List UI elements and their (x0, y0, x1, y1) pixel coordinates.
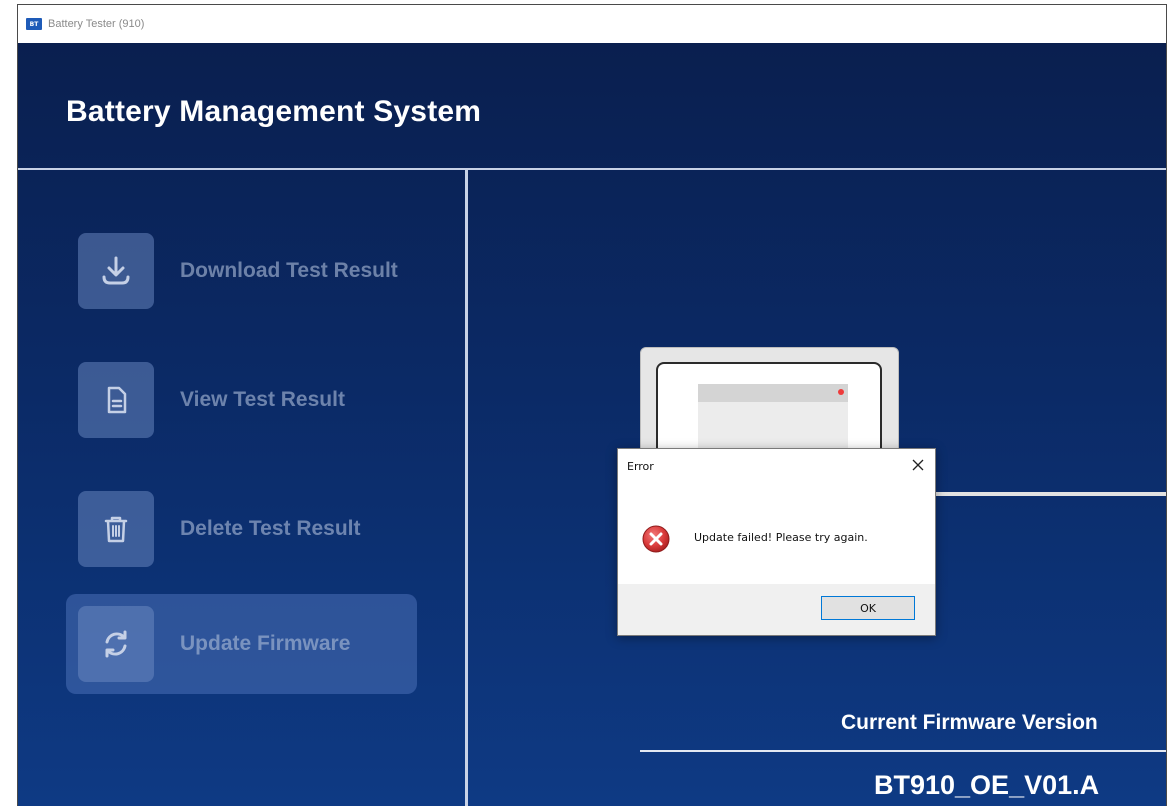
sidebar-item-update-firmware[interactable]: Update Firmware (66, 594, 417, 694)
window-title: Battery Tester (910) (48, 18, 145, 30)
firmware-version-value: BT910_OE_V01.A (874, 770, 1100, 800)
dialog-footer: OK (618, 584, 935, 635)
sidebar-item-label: Download Test Result (180, 259, 398, 282)
sidebar-item-delete-test-result[interactable]: Delete Test Result (66, 479, 417, 579)
download-icon (78, 233, 154, 309)
firmware-version-label: Current Firmware Version (841, 711, 1098, 734)
trash-icon (78, 491, 154, 567)
close-icon[interactable] (905, 453, 931, 477)
sidebar-item-label: Update Firmware (180, 632, 351, 655)
ok-button[interactable]: OK (821, 596, 915, 620)
dialog-title: Error (627, 460, 654, 473)
window-titlebar[interactable]: BT Battery Tester (910) (18, 5, 1166, 44)
error-dialog: Error Update failed! Please try again. O… (617, 448, 936, 636)
app-body: Battery Management System Download Test … (18, 43, 1166, 806)
mini-window-titlebar (698, 384, 848, 402)
sidebar-item-view-test-result[interactable]: View Test Result (66, 350, 417, 450)
dialog-body: Update failed! Please try again. (618, 485, 935, 585)
divider (640, 750, 1166, 752)
page-title: Battery Management System (66, 95, 482, 128)
app-window: BT Battery Tester (910) Battery Manageme… (17, 4, 1167, 806)
dialog-message: Update failed! Please try again. (694, 531, 868, 544)
document-icon (78, 362, 154, 438)
sidebar-item-label: Delete Test Result (180, 517, 361, 540)
red-dot-icon (838, 389, 844, 395)
app-header: Battery Management System (18, 43, 1166, 170)
sidebar: Download Test Result View Test Result De… (18, 170, 468, 806)
error-icon (642, 525, 670, 553)
sidebar-item-download-test-result[interactable]: Download Test Result (66, 221, 417, 321)
app-logo-icon: BT (26, 18, 42, 30)
refresh-icon (78, 606, 154, 682)
sidebar-item-label: View Test Result (180, 388, 345, 411)
